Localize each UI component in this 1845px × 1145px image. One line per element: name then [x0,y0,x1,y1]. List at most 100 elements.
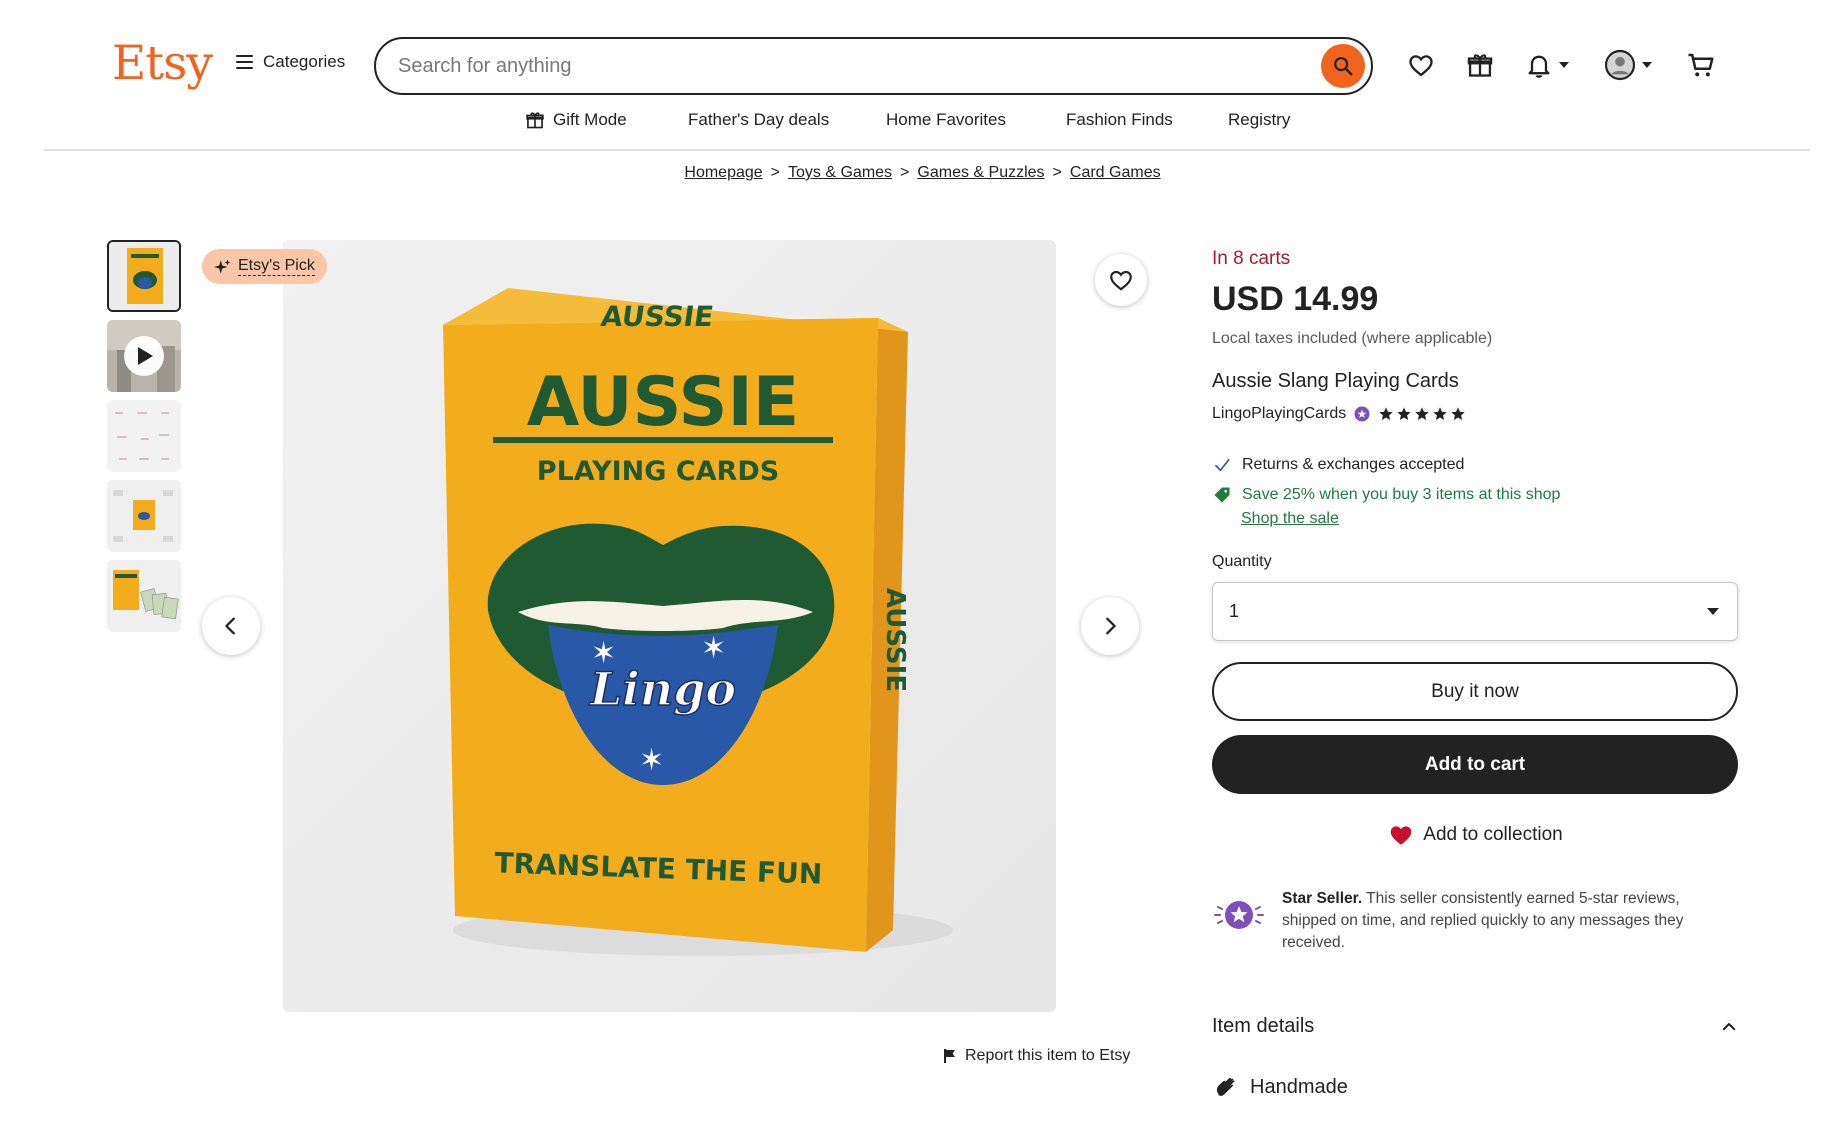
thumbnail-4[interactable] [107,480,181,552]
star-icon [1433,407,1447,420]
in-carts-notice: In 8 carts [1212,248,1291,269]
account-menu-button[interactable] [1604,48,1652,82]
favorites-button[interactable] [1407,48,1435,82]
quantity-label: Quantity [1212,553,1272,570]
etsy-logo[interactable]: Etsy [112,36,213,91]
buy-it-now-button[interactable]: Buy it now [1212,662,1738,721]
nav-label: Home Favorites [886,110,1006,129]
cart-button[interactable] [1685,48,1717,82]
heart-filled-icon [1390,826,1412,845]
sparkle-icon [214,259,231,274]
checkmark-icon [1215,458,1230,472]
star-seller-title: Star Seller. [1282,890,1363,907]
gift-icon [526,112,544,129]
breadcrumb-link-games-puzzles[interactable]: Games & Puzzles [917,164,1044,182]
search-input[interactable] [398,51,1278,81]
returns-label: Returns & exchanges accepted [1242,456,1465,473]
product-image: AUSSIE AUSSIE PLAYING CARDS Lingo ✶ ✶ ✶ … [283,240,1056,1012]
star-seller-icon [1214,901,1264,929]
handmade-detail: Handmade [1212,1074,1348,1100]
price: USD 14.99 [1212,280,1379,318]
breadcrumb-link-homepage[interactable]: Homepage [684,164,762,182]
thumbnail-video[interactable] [107,320,181,392]
star-icon [1415,407,1429,420]
hamburger-icon [236,55,253,69]
item-details-toggle[interactable]: Item details [1212,1015,1738,1038]
handmade-label: Handmade [1250,1075,1348,1098]
svg-text:✶: ✶ [591,636,616,671]
box-title: AUSSIE [527,363,799,442]
thumbnail-3[interactable] [107,400,181,472]
categories-label: Categories [263,52,346,71]
add-to-collection-label: Add to collection [1423,824,1563,845]
search-bar [374,37,1373,95]
thumbnail-5[interactable] [107,560,181,632]
breadcrumb-separator: > [1052,164,1062,181]
breadcrumb-link-toys-games[interactable]: Toys & Games [788,164,892,182]
box-side-text: AUSSIE [880,588,910,692]
notifications-button[interactable] [1525,48,1569,82]
badge-label: Etsy's Pick [238,257,315,276]
add-to-collection-button[interactable]: Add to collection [1212,822,1738,848]
nav-label: Fashion Finds [1066,110,1173,129]
nav-item-fashion-finds[interactable]: Fashion Finds [1066,110,1173,130]
rating-stars[interactable] [1378,406,1466,422]
box-top-text: AUSSIE [599,300,716,333]
chevron-down-icon [1642,62,1652,68]
breadcrumb-separator: > [770,164,781,181]
etsys-pick-badge[interactable]: Etsy's Pick [202,249,327,284]
heart-icon [1409,55,1433,77]
header-divider [44,149,1810,151]
star-icon [1397,407,1411,420]
shop-name-link[interactable]: LingoPlayingCards [1212,405,1346,423]
chevron-right-icon [1106,617,1116,635]
star-seller-text: Star Seller. This seller consistently ea… [1282,888,1738,954]
favorite-item-button[interactable] [1095,254,1147,306]
cart-icon [1688,53,1714,77]
star-seller-info: Star Seller. This seller consistently ea… [1212,888,1742,954]
nav-item-fathers-day[interactable]: Father's Day deals [688,110,829,130]
nav-label: Father's Day deals [688,110,830,129]
nav-item-gift-mode[interactable]: Gift Mode [525,110,627,130]
nav-item-registry[interactable]: Registry [1228,110,1290,130]
thumbnail-list [107,240,181,640]
add-to-cart-button[interactable]: Add to cart [1212,735,1738,794]
shop-the-sale-link[interactable]: Shop the sale [1241,510,1339,528]
avatar-icon [1604,49,1636,81]
hand-wave-icon [1216,1077,1235,1096]
breadcrumb-link-card-games[interactable]: Card Games [1070,164,1161,182]
report-item-link[interactable]: Report this item to Etsy [943,1047,1130,1065]
report-label: Report this item to Etsy [965,1047,1131,1064]
chevron-left-icon [225,617,235,635]
search-button[interactable] [1321,44,1365,88]
breadcrumb-separator: > [900,164,910,181]
next-image-button[interactable] [1081,597,1139,655]
listing-title: Aussie Slang Playing Cards [1212,370,1459,392]
nav-label: Gift Mode [553,110,627,129]
bell-icon [1528,55,1550,78]
breadcrumb: Homepage > Toys & Games > Games & Puzzle… [0,164,1845,182]
previous-image-button[interactable] [202,597,260,655]
gift-mode-header-button[interactable] [1466,48,1494,82]
shop-info: LingoPlayingCards [1212,405,1466,423]
site-header: Etsy Categories Gift Mode Father's Day d… [0,0,1845,151]
chevron-down-icon [1707,608,1719,615]
sale-label: Save 25% when you buy 3 items at this sh… [1242,486,1561,503]
box-subtitle: PLAYING CARDS [537,456,779,487]
quantity-select[interactable]: 1 [1212,582,1738,641]
thumbnail-1[interactable] [107,240,181,312]
flag-icon [944,1049,955,1063]
nav-item-home-favorites[interactable]: Home Favorites [886,110,1006,130]
quantity-value: 1 [1229,601,1240,621]
returns-perk: Returns & exchanges accepted [1212,456,1464,474]
taxes-note: Local taxes included (where applicable) [1212,330,1493,347]
categories-button[interactable]: Categories [236,52,345,72]
chevron-down-icon [1559,62,1569,68]
top-nav: Gift Mode Father's Day deals Home Favori… [0,110,1845,140]
star-icon [1451,407,1465,420]
gift-icon [1467,54,1493,77]
star-icon [1379,407,1393,420]
sale-perk: Save 25% when you buy 3 items at this sh… [1212,485,1560,505]
item-details-label: Item details [1212,1015,1315,1037]
search-icon [1334,57,1353,76]
